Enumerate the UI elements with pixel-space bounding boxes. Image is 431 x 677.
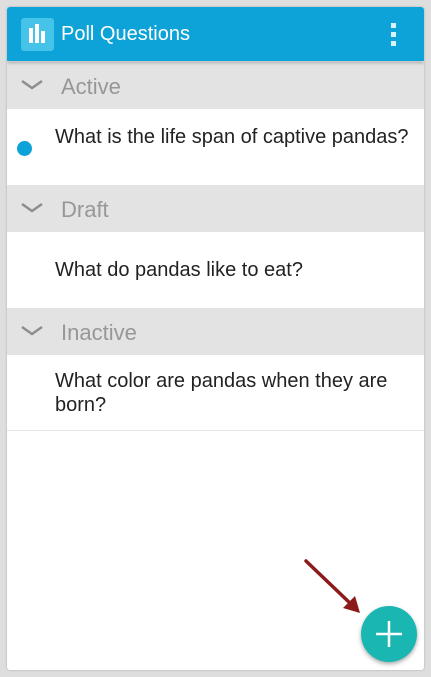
poll-question-text: What color are pandas when they are born… — [55, 370, 388, 416]
app-bar: Poll Questions — [7, 7, 424, 61]
poll-question-text: What is the life span of captive pandas? — [55, 126, 409, 148]
bar-chart-icon[interactable] — [21, 18, 54, 51]
list-item[interactable]: What color are pandas when they are born… — [7, 355, 424, 430]
overflow-menu-icon[interactable] — [385, 20, 403, 50]
poll-question-text: What do pandas like to eat? — [55, 259, 303, 281]
list-divider — [7, 430, 424, 431]
list-item[interactable]: What is the life span of captive pandas? — [7, 109, 424, 184]
section-label: Active — [61, 74, 121, 99]
pointer-arrow-icon — [304, 559, 360, 613]
chevron-down-icon — [21, 202, 43, 213]
section-header-active[interactable]: Active — [7, 62, 424, 109]
plus-icon — [376, 621, 402, 647]
section-header-draft[interactable]: Draft — [7, 185, 424, 232]
list-item[interactable]: What do pandas like to eat? — [7, 232, 424, 307]
add-poll-button[interactable] — [361, 606, 417, 662]
app-screen: Poll Questions Active What is the life s… — [7, 7, 424, 670]
app-title: Poll Questions — [61, 23, 190, 45]
section-header-inactive[interactable]: Inactive — [7, 308, 424, 355]
chevron-down-icon — [21, 79, 43, 90]
section-label: Inactive — [61, 320, 137, 345]
active-status-dot — [17, 141, 32, 156]
section-label: Draft — [61, 197, 109, 222]
chevron-down-icon — [21, 325, 43, 336]
